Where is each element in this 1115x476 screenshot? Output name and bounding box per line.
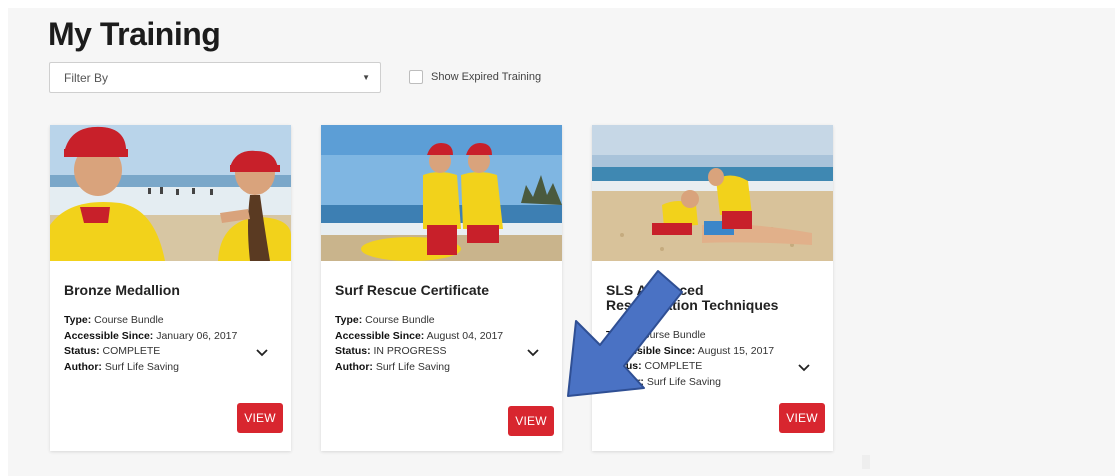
- since-label: Accessible Since:: [606, 344, 696, 357]
- expand-chevron-down-icon[interactable]: [525, 346, 541, 360]
- course-title: Surf Rescue Certificate: [335, 282, 490, 298]
- course-image: [592, 125, 833, 261]
- view-button[interactable]: VIEW: [779, 403, 825, 433]
- course-meta: Type: Course Bundle Accessible Since: Ja…: [64, 313, 237, 375]
- course-image: [50, 125, 291, 261]
- filter-by-select[interactable]: Filter By ▼: [49, 62, 381, 93]
- type-value: Course Bundle: [94, 314, 164, 326]
- course-meta: Type: Course Bundle Accessible Since: Au…: [606, 328, 774, 390]
- course-title-line: SLS Advanced: [606, 282, 704, 298]
- course-image: [321, 125, 562, 261]
- status-value: IN PROGRESS: [373, 345, 447, 357]
- training-card-bronze-medallion: Bronze Medallion Type: Course Bundle Acc…: [50, 125, 291, 451]
- status-label: Status:: [64, 345, 100, 357]
- course-title: SLS Advanced Resuscitation Techniques: [606, 283, 806, 313]
- since-label: Accessible Since:: [64, 329, 154, 342]
- type-label: Type:: [64, 314, 92, 326]
- show-expired-toggle[interactable]: Show Expired Training: [409, 70, 541, 84]
- status-label: Status:: [335, 345, 371, 357]
- type-value: Course Bundle: [636, 329, 706, 341]
- type-value: Course Bundle: [365, 314, 435, 326]
- show-expired-checkbox[interactable]: [409, 70, 423, 84]
- expand-chevron-down-icon[interactable]: [796, 361, 812, 375]
- type-label: Type:: [335, 314, 363, 326]
- author-value: Surf Life Saving: [375, 360, 450, 373]
- show-expired-label: Show Expired Training: [431, 71, 542, 83]
- training-card-sls-advanced-resuscitation: SLS Advanced Resuscitation Techniques Ty…: [592, 125, 833, 451]
- type-label: Type:: [606, 329, 634, 341]
- course-meta: Type: Course Bundle Accessible Since: Au…: [335, 313, 503, 375]
- author-label: Author:: [335, 360, 373, 373]
- since-value: August 15, 2017: [697, 344, 775, 357]
- training-card-surf-rescue-certificate: Surf Rescue Certificate Type: Course Bun…: [321, 125, 562, 451]
- status-value: COMPLETE: [102, 345, 161, 357]
- author-label: Author:: [606, 375, 644, 388]
- author-value: Surf Life Saving: [104, 360, 179, 373]
- dropdown-caret-icon: ▼: [362, 73, 370, 82]
- status-label: Status:: [606, 360, 642, 372]
- page-title: My Training: [48, 16, 221, 52]
- view-button[interactable]: VIEW: [237, 403, 283, 433]
- status-value: COMPLETE: [644, 360, 703, 372]
- author-label: Author:: [64, 360, 102, 373]
- decorative-divider: [862, 455, 870, 469]
- expand-chevron-down-icon[interactable]: [254, 346, 270, 360]
- course-title: Bronze Medallion: [64, 282, 180, 298]
- filter-by-label: Filter By: [64, 70, 109, 85]
- since-label: Accessible Since:: [335, 329, 425, 342]
- since-value: January 06, 2017: [156, 329, 238, 342]
- course-title-line: Resuscitation Techniques: [606, 297, 779, 313]
- view-button[interactable]: VIEW: [508, 406, 554, 436]
- since-value: August 04, 2017: [426, 329, 504, 342]
- author-value: Surf Life Saving: [646, 375, 721, 388]
